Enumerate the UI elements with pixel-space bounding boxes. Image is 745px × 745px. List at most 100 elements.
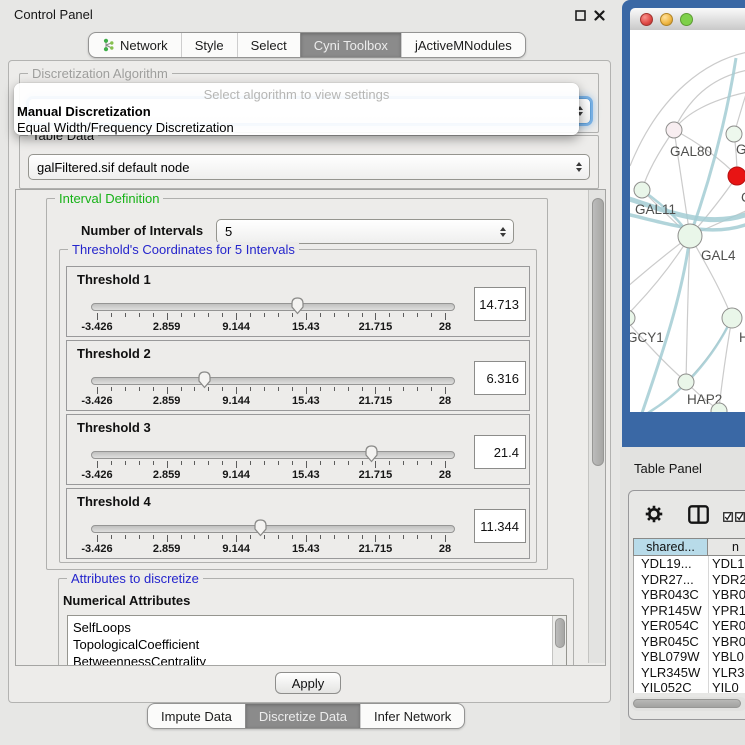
columns-icon[interactable] [688,505,709,529]
slider-tick [389,535,390,539]
slider-tick-label: 9.144 [204,395,268,407]
network-node-gal80[interactable] [666,122,682,138]
slider-tick-label: 15.43 [274,395,338,407]
slider-tick [389,387,390,391]
threshold-1-slider-track[interactable] [91,303,455,311]
network-node-hap2[interactable] [678,374,694,390]
tab-discretize-data[interactable]: Discretize Data [245,704,360,728]
tab-style[interactable]: Style [181,33,237,57]
table-row-ybl079w[interactable]: YBL079WYBL0 [634,649,745,665]
settings-scrollbar[interactable] [588,190,606,663]
threshold-3-slider-track[interactable] [91,451,455,459]
scrollbar-thumb[interactable] [633,699,741,708]
slider-tick [167,387,168,394]
threshold-2-value-field[interactable]: 6.316 [474,361,526,395]
network-edge[interactable] [674,70,745,130]
tab-select[interactable]: Select [237,33,300,57]
network-node-c[interactable] [728,167,745,185]
slider-tick [222,535,223,539]
tab-cyni-toolbox[interactable]: Cyni Toolbox [300,33,401,57]
cell-name: YPR1 [709,603,745,619]
scrollbar-thumb[interactable] [555,618,565,648]
threshold-4-slider-track[interactable] [91,525,455,533]
slider-tick [403,313,404,317]
network-canvas[interactable]: GAL80GCGAL11GAL4GCY1HHAP2 [630,30,745,412]
table-row-yer054c[interactable]: YER054CYER0 [634,618,745,634]
gear-icon[interactable] [645,505,663,528]
tab-impute-data[interactable]: Impute Data [148,704,245,728]
slider-tick [417,387,418,391]
tab-label: Impute Data [161,709,232,724]
threshold-4-slider-thumb[interactable] [252,518,269,537]
slider-tick-label: 9.144 [204,321,268,333]
network-edge[interactable] [630,236,690,316]
cyni-mode-tabs: Impute Data Discretize DataInfer Network [147,703,465,729]
algorithm-option-equal-width-frequency-discretization[interactable]: Equal Width/Frequency Discretization [14,120,579,136]
tab-infer-network[interactable]: Infer Network [360,704,464,728]
number-of-intervals-select[interactable]: 5 [216,219,514,244]
network-edge[interactable] [686,318,732,382]
threshold-panel-2: Threshold 2-3.4262.8599.14415.4321.71528… [66,340,530,411]
attribute-item-betweennesscentrality[interactable]: BetweennessCentrality [68,653,553,666]
table-row-ylr345w[interactable]: YLR345WYLR3 [634,665,745,681]
column-header-n[interactable]: n [708,538,745,556]
tab-network[interactable]: Network [89,33,181,57]
zoom-window-icon[interactable] [680,13,693,26]
slider-tick [97,535,98,542]
slider-tick [431,535,432,539]
scrollbar-thumb[interactable] [592,198,604,466]
network-edge[interactable] [642,130,674,190]
tab-jactivemnodules[interactable]: jActiveMNodules [401,33,525,57]
algorithm-option-manual-discretization[interactable]: Manual Discretization [14,104,579,120]
minimize-window-icon[interactable] [660,13,673,26]
attributes-list-scrollbar[interactable] [552,616,566,666]
network-node-gal4[interactable] [678,224,702,248]
table-row-ybr043c[interactable]: YBR043CYBR0 [634,587,745,603]
algorithm-placeholder: Select algorithm to view settings [14,83,579,104]
cyni-toolbox-panel: Discretization Algorithm Select algorith… [8,60,611,703]
slider-tick [250,387,251,391]
close-window-icon[interactable] [640,13,653,26]
threshold-1-value-field[interactable]: 14.713 [474,287,526,321]
table-body: YDL19...YDL1YDR27...YDR2YBR043CYBR0YPR14… [633,556,745,693]
slider-tick [292,535,293,539]
network-node-g[interactable] [726,126,742,142]
threshold-2-slider-track[interactable] [91,377,455,385]
checkbox-checked-icon[interactable] [723,509,733,527]
apply-button[interactable]: Apply [275,672,341,694]
table-data-select[interactable]: galFiltered.sif default node [28,154,590,180]
network-node-h[interactable] [722,308,742,328]
slider-tick [97,387,98,394]
network-node-gcy1[interactable] [630,310,635,326]
panel-title: Control Panel [14,7,93,22]
table-row-yil052c[interactable]: YIL052CYIL0 [634,680,745,693]
threshold-2-slider-thumb[interactable] [196,370,213,389]
attribute-item-selfloops[interactable]: SelfLoops [68,619,553,636]
attributes-list[interactable]: SelfLoopsTopologicalCoefficientBetweenne… [67,615,567,666]
checkbox-checked-icon[interactable] [735,509,745,527]
tab-label: Style [195,38,224,53]
table-row-ydr27[interactable]: YDR27...YDR2 [634,572,745,588]
table-row-ydl19[interactable]: YDL19...YDL1 [634,556,745,572]
threshold-4-value-field[interactable]: 11.344 [474,509,526,543]
threshold-1-slider-thumb[interactable] [289,296,306,315]
threshold-coordinates-group: Threshold's Coordinates for 5 Intervals … [59,249,537,563]
network-node-gal11[interactable] [634,182,650,198]
slider-tick-label: 15.43 [274,469,338,481]
slider-tick-label: 28 [413,469,477,481]
table-row-ybr045c[interactable]: YBR045CYBR0 [634,634,745,650]
table-row-ypr145w[interactable]: YPR145WYPR1 [634,603,745,619]
slider-tick-label: 21.715 [343,543,407,555]
threshold-3-slider-thumb[interactable] [363,444,380,463]
attribute-item-topologicalcoefficient[interactable]: TopologicalCoefficient [68,636,553,653]
float-panel-icon[interactable] [575,8,588,21]
cell-shared-name: YDR27... [634,572,709,588]
slider-tick-label: 21.715 [343,469,407,481]
table-hscrollbar[interactable] [631,697,745,711]
close-panel-icon[interactable] [594,8,607,21]
column-header-shared[interactable]: shared... [633,538,708,556]
threshold-3-value-field[interactable]: 21.4 [474,435,526,469]
slider-tick [292,387,293,391]
cell-name: YBR0 [709,587,745,603]
network-window-titlebar[interactable] [630,8,745,31]
